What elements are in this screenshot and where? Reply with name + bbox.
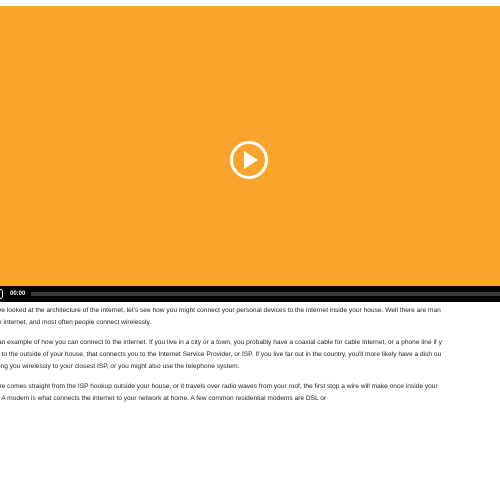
transcript-line: an example of how you can connect to the… — [0, 339, 442, 346]
closed-captions-icon[interactable] — [0, 289, 3, 299]
play-icon — [244, 151, 258, 169]
transcript-line: ve looked at the architecture of the int… — [0, 307, 441, 314]
transcript-line: g to the outside of your house, that con… — [0, 351, 442, 358]
time-display: 00:00 — [10, 291, 26, 297]
video-stage[interactable] — [0, 6, 500, 286]
play-button[interactable] — [230, 141, 268, 179]
transcript-line: cting you wirelessly to your closest ISP… — [0, 363, 240, 370]
progress-bar[interactable] — [31, 292, 500, 296]
video-player[interactable]: 00:00 — [0, 6, 500, 302]
video-controls: 00:00 — [0, 286, 500, 302]
transcript-line: ire comes straight from the ISP hookup o… — [0, 383, 438, 390]
transcript-line: e internet, and most often people connec… — [0, 319, 152, 326]
transcript-line: . A modem is what connects the internet … — [0, 395, 327, 402]
